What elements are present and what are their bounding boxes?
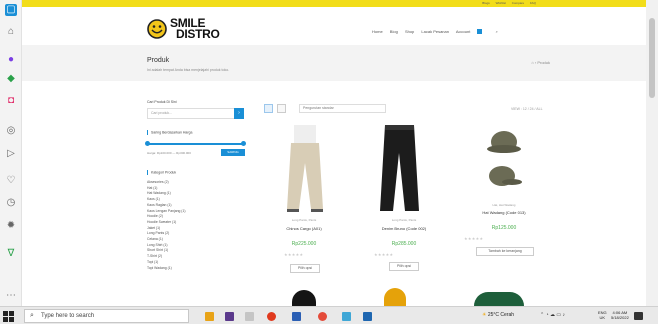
app-icon[interactable] — [363, 312, 372, 321]
select-options-button[interactable]: Pilih opsi — [290, 264, 320, 273]
add-to-cart-button[interactable]: Tambah ke keranjang — [476, 247, 534, 256]
category-list: Aksesories (2) Hat (1) Hat Wadang (1) Ka… — [147, 180, 185, 271]
nav-blog[interactable]: Blog — [390, 29, 398, 34]
product-image-partial[interactable] — [384, 288, 406, 306]
product-image-partial[interactable] — [292, 290, 316, 306]
scroll-thumb[interactable] — [649, 18, 655, 98]
product-image-chinos[interactable] — [277, 123, 332, 213]
windows-start-icon[interactable] — [3, 311, 14, 322]
home-icon[interactable]: ⌂ — [5, 26, 17, 38]
product-image-hat[interactable] — [484, 122, 524, 197]
top-link[interactable]: Compare — [512, 1, 524, 5]
top-link[interactable]: FAQ — [530, 1, 536, 5]
product-price: Rp225.000 — [291, 241, 317, 247]
cart-icon[interactable] — [477, 29, 488, 35]
weather-widget[interactable]: ☀ 25°C Cerah — [482, 312, 514, 318]
opera-icon[interactable] — [267, 312, 276, 321]
nav-shop[interactable]: Shop — [405, 29, 414, 34]
product-name[interactable]: Chinos Cargo (A01) — [264, 226, 344, 231]
browser-sidebar: ▢ ⌂ ● ◆ ◘ ◎ ▷ ♡ ◷ ✹ ∇ ⋯ — [0, 0, 22, 306]
more-icon[interactable]: ⋯ — [5, 290, 17, 302]
taskbar-search-placeholder: Type here to search — [41, 313, 95, 319]
category-widget-title: Kategori Produk — [147, 170, 176, 175]
web-page: Blogs Wishlist Compare FAQ SMILE DISTRO — [22, 0, 646, 306]
search-icon: ⌕ — [30, 312, 34, 319]
rating-stars: ★★★★★ — [464, 236, 484, 241]
product-category[interactable]: Long Pants, Pants — [264, 218, 344, 222]
sort-select[interactable]: Pengurutan standar — [299, 104, 386, 113]
language-indicator[interactable]: ENG UK — [598, 310, 607, 320]
nav-track-order[interactable]: Lacak Pesanan — [421, 29, 449, 34]
top-links: Blogs Wishlist Compare FAQ — [477, 0, 536, 7]
product-name[interactable]: Hat Wadang (Code 013) — [464, 210, 544, 215]
product-search-input[interactable]: Cari produk... — [147, 108, 239, 119]
rating-stars: ★★★★★ — [374, 252, 394, 257]
grid-view-icon[interactable] — [264, 104, 273, 113]
chrome-icon[interactable] — [318, 312, 327, 321]
price-range-text: Harga: Rp100.000 — Rp300.000 — [147, 151, 191, 155]
product-name[interactable]: Denim Bruno (Code 002) — [364, 226, 444, 231]
breadcrumb[interactable]: ⌂ › Produk — [531, 60, 550, 65]
select-options-button[interactable]: Pilih opsi — [389, 262, 419, 271]
category-item[interactable]: Topi Wadang (1) — [147, 266, 185, 272]
page-subtitle: Ini adalah tempat Anda bisa menjelajahi … — [147, 68, 230, 72]
view-count[interactable]: VIEW : 12 / 24 / ALL — [511, 107, 543, 111]
top-link[interactable]: Blogs — [482, 1, 490, 5]
play-icon[interactable]: ▷ — [5, 148, 17, 160]
nav-account[interactable]: Account — [456, 29, 470, 34]
app-icon[interactable] — [245, 312, 254, 321]
tab-icon[interactable]: ▢ — [5, 4, 17, 16]
price-range-track — [147, 143, 244, 145]
product-price: Rp285.000 — [391, 241, 417, 247]
search-icon[interactable]: ⌕ — [496, 29, 498, 34]
taskbar-search-input[interactable]: ⌕ Type here to search — [24, 309, 189, 323]
logo-line2: DISTRO — [176, 27, 220, 41]
word-icon[interactable] — [292, 312, 301, 321]
top-bar: Blogs Wishlist Compare FAQ — [22, 0, 646, 7]
app-icon[interactable] — [342, 312, 351, 321]
main-nav: Home Blog Shop Lacak Pesanan Account ⌕ — [372, 29, 504, 35]
product-category[interactable]: Hat, Hat Wadang — [464, 203, 544, 207]
windows-taskbar: ⌕ Type here to search ☀ 25°C Cerah ⌃ ◔ ☁… — [0, 306, 658, 324]
file-explorer-icon[interactable] — [205, 312, 214, 321]
instagram-icon[interactable]: ◘ — [5, 95, 17, 107]
filter-button[interactable]: SARING — [221, 149, 245, 156]
top-link[interactable]: Wishlist — [496, 1, 506, 5]
page-banner — [22, 45, 646, 81]
system-tray[interactable]: ⌃ ◔ ☁ ▭ ♪ — [540, 312, 565, 318]
price-max-handle[interactable] — [241, 141, 246, 146]
site-header: SMILE DISTRO Home Blog Shop Lacak Pesana… — [22, 7, 646, 43]
messenger-icon[interactable]: ● — [5, 54, 17, 66]
price-min-handle[interactable] — [145, 141, 150, 146]
heart-icon[interactable]: ♡ — [5, 175, 17, 187]
notification-icon[interactable] — [634, 312, 643, 320]
history-icon[interactable]: ◷ — [5, 197, 17, 209]
site-logo[interactable]: SMILE DISTRO — [147, 16, 242, 46]
product-category[interactable]: Long Pants, Pants — [364, 218, 444, 222]
search-submit-button[interactable]: › — [234, 108, 244, 119]
browser-window: ▢ ⌂ ● ◆ ◘ ◎ ▷ ♡ ◷ ✹ ∇ ⋯ Blogs Wishlist C… — [0, 0, 658, 306]
circle-icon[interactable]: ◎ — [5, 125, 17, 137]
nav-home[interactable]: Home — [372, 29, 383, 34]
page-title: Produk — [147, 57, 170, 64]
search-widget-title: Cari Produk Di Sini — [147, 100, 177, 104]
app-icon[interactable] — [225, 312, 234, 321]
settings-icon[interactable]: ✹ — [5, 220, 17, 232]
product-price: Rp125.000 — [491, 225, 517, 231]
clock[interactable]: 4:06 AM 5/18/2022 — [611, 310, 629, 320]
extension-icon[interactable]: ∇ — [5, 248, 17, 260]
rating-stars: ★★★★★ — [284, 252, 304, 257]
price-filter-title: Saring Berdasarkan Harga — [147, 130, 192, 135]
sidebar-app-icon[interactable]: ◆ — [5, 73, 17, 85]
page-scrollbar[interactable] — [646, 0, 658, 306]
product-image-partial[interactable] — [474, 292, 524, 306]
product-image-denim[interactable] — [377, 123, 422, 213]
list-view-icon[interactable] — [277, 104, 286, 113]
